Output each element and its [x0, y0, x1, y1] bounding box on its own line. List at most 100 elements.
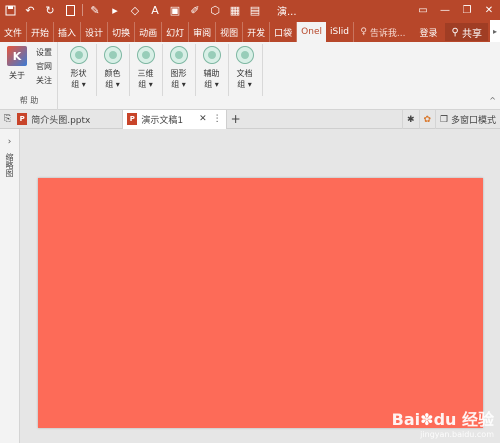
tab-review[interactable]: 审阅: [189, 22, 217, 42]
pin-icon[interactable]: ✱: [401, 110, 419, 129]
pen2-icon[interactable]: ✐: [185, 0, 205, 20]
powerpoint-icon: P: [127, 113, 138, 125]
quick-access-toolbar: ↶ ↻ ✎ ▸ ◇ A ▣ ✐ ⬡ ▦ ▤: [0, 0, 265, 20]
close-icon[interactable]: ✕: [478, 0, 500, 20]
window-controls: ▭ — ❐ ✕: [412, 0, 500, 20]
arrange-icon[interactable]: ▣: [165, 0, 185, 20]
group-label-line1: 辅助: [203, 69, 220, 78]
new-tab-button[interactable]: +: [227, 110, 245, 129]
tell-me-search[interactable]: ♀ 告诉我...: [354, 26, 411, 39]
group-label: 帮 助: [19, 96, 39, 105]
settings-button[interactable]: 设置: [36, 46, 52, 60]
minimize-icon[interactable]: —: [434, 0, 456, 20]
group-label-line1: 文档: [236, 69, 253, 78]
watermark-url: jingyan.baidu.com: [420, 430, 494, 439]
tab-animations[interactable]: 动画: [135, 22, 163, 42]
font-color-icon[interactable]: A: [145, 0, 165, 20]
group-label-line2: 组 ▾: [237, 80, 252, 89]
website-button[interactable]: 官网: [36, 60, 52, 74]
3d-group-button[interactable]: 三维 组 ▾: [129, 42, 162, 96]
group-label-line1: 三维: [137, 69, 154, 78]
multi-window-label: 多窗口模式: [450, 116, 496, 126]
tab-slideshow[interactable]: 幻灯: [162, 22, 190, 42]
ribbon-panel: K 关于 设置 官网 关注 帮 助 形状 组 ▾ 颜色 组 ▾ 三维 组 ▾ 图…: [0, 42, 500, 110]
tab-design[interactable]: 设计: [81, 22, 109, 42]
watermark-suffix: 经验: [461, 410, 494, 429]
about-label: 关于: [9, 71, 25, 80]
paw-icon: ✽: [420, 410, 434, 429]
thumbnail-label[interactable]: 缩略图: [4, 153, 15, 177]
watermark-paw-text: du: [433, 410, 457, 429]
save-icon[interactable]: [0, 0, 20, 20]
document-tab-label: 简介头图.pptx: [31, 115, 91, 126]
login-button[interactable]: 登录: [411, 26, 445, 39]
layout-icon[interactable]: ▤: [245, 0, 265, 20]
circle-icon: [202, 46, 221, 64]
new-icon[interactable]: [60, 0, 80, 20]
tab-transitions[interactable]: 切换: [108, 22, 136, 42]
tab-insert[interactable]: 插入: [54, 22, 82, 42]
baidu-watermark: Bai✽du 经验 jingyan.baidu.com: [392, 406, 494, 439]
tab-developer[interactable]: 开发: [243, 22, 271, 42]
expand-pane-icon[interactable]: ›: [0, 137, 19, 147]
tab-file[interactable]: 文件: [0, 22, 28, 42]
paint-icon[interactable]: ▸: [105, 0, 125, 20]
ribbon-tabs: 文件 开始 插入 设计 切换 动画 幻灯 审阅 视图 开发 口袋 Onel iS…: [0, 20, 500, 42]
circle-icon: [235, 46, 254, 64]
tab-scroll-right-icon[interactable]: ▸: [490, 20, 500, 42]
document-tab-active[interactable]: P 演示文稿1 ✕ ⋮: [122, 109, 227, 129]
share-button[interactable]: ⚲ 共享: [445, 23, 488, 41]
circle-icon: [169, 46, 188, 64]
group-label-line1: 颜色: [104, 69, 121, 78]
group-label-line1: 形状: [70, 69, 87, 78]
tab-pocket[interactable]: 口袋: [270, 22, 298, 42]
circle-icon: [103, 46, 122, 64]
document-group-button[interactable]: 文档 组 ▾: [228, 42, 261, 96]
restore-icon[interactable]: ❐: [456, 0, 478, 20]
shape-group-button[interactable]: 形状 组 ▾: [62, 42, 95, 96]
tab-onekey[interactable]: Onel: [297, 22, 326, 42]
window-icon: ❐: [440, 114, 451, 125]
watermark-text: Bai: [391, 410, 421, 429]
slide[interactable]: [38, 178, 483, 428]
pages-icon: ⎘: [4, 114, 12, 124]
multi-window-button[interactable]: ❐ 多窗口模式: [435, 110, 500, 129]
window-title: 演...: [277, 6, 297, 18]
help-group: K 关于 设置 官网 关注 帮 助: [0, 42, 58, 110]
pen-icon[interactable]: ✎: [85, 0, 105, 20]
thumbnail-pane: › 缩略图: [0, 129, 20, 443]
follow-button[interactable]: 关注: [36, 74, 52, 88]
group-label-line2: 组 ▾: [171, 80, 186, 89]
group-label-line2: 组 ▾: [105, 80, 120, 89]
color-group-button[interactable]: 颜色 组 ▾: [96, 42, 129, 96]
circle-icon: [69, 46, 88, 64]
redo-icon[interactable]: ↻: [40, 0, 60, 20]
more-icon[interactable]: ⋮: [213, 114, 222, 124]
tab-home[interactable]: 开始: [27, 22, 55, 42]
about-button[interactable]: K 关于: [4, 46, 30, 81]
settings-icon[interactable]: ✿: [418, 110, 436, 129]
ribbon-display-icon[interactable]: ▭: [412, 0, 434, 20]
shape-icon[interactable]: ◇: [125, 0, 145, 20]
tab-view[interactable]: 视图: [216, 22, 244, 42]
undo-icon[interactable]: ↶: [20, 0, 40, 20]
slide-editor-canvas: [20, 129, 500, 443]
watermark-logo: Bai✽du 经验: [392, 406, 494, 430]
group-label-line2: 组 ▾: [71, 80, 86, 89]
close-tab-icon[interactable]: ✕: [199, 114, 207, 124]
person-icon: ⚲: [451, 26, 462, 38]
separator: [82, 4, 83, 16]
table-icon[interactable]: ▦: [225, 0, 245, 20]
document-tab[interactable]: ⎘ P 简介头图.pptx: [0, 110, 94, 129]
graphic-group-button[interactable]: 图形 组 ▾: [162, 42, 195, 96]
document-tab-bar: ⎘ P 简介头图.pptx P 演示文稿1 ✕ ⋮ + ✱ ✿ ❐ 多窗口模式: [0, 109, 500, 129]
select-icon[interactable]: ⬡: [205, 0, 225, 20]
document-tab-label: 演示文稿1: [141, 115, 184, 126]
assist-group-button[interactable]: 辅助 组 ▾: [195, 42, 228, 96]
share-label: 共享: [462, 28, 482, 40]
divider: [262, 44, 263, 96]
lightbulb-icon: ♀: [360, 27, 370, 37]
title-bar: ↶ ↻ ✎ ▸ ◇ A ▣ ✐ ⬡ ▦ ▤ 演... ▭ — ❐ ✕: [0, 0, 500, 20]
collapse-ribbon-icon[interactable]: ^: [489, 96, 496, 105]
tab-islide[interactable]: iSlid: [326, 22, 354, 42]
